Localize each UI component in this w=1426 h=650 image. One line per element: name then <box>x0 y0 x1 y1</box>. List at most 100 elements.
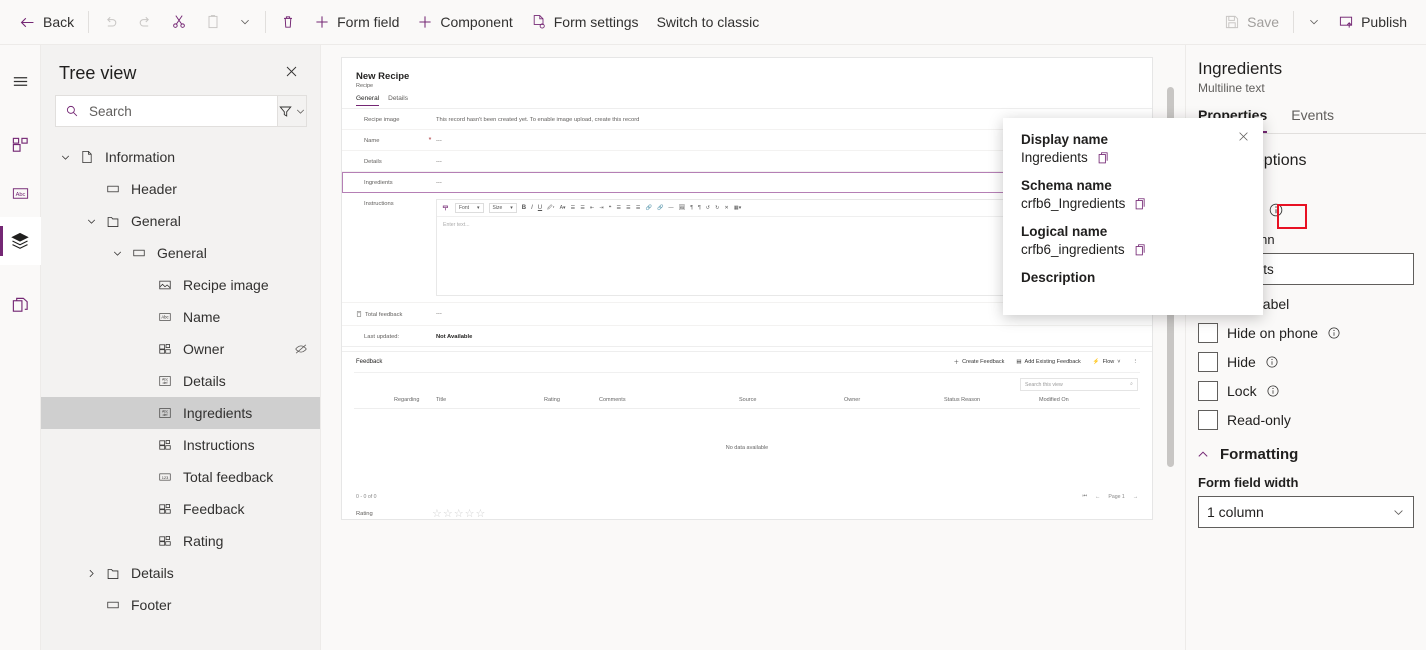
chevron-down-icon[interactable] <box>81 216 101 227</box>
rtl-icon[interactable]: ¶ <box>698 205 701 211</box>
abc-text-icon-button[interactable]: Abc <box>0 169 41 217</box>
tree-node-general[interactable]: General <box>41 205 320 237</box>
form-settings-button[interactable]: Form settings <box>522 6 648 38</box>
italic-icon[interactable]: I <box>531 205 533 211</box>
chevron-down-icon[interactable] <box>107 248 127 259</box>
add-component-button[interactable]: Component <box>408 6 521 38</box>
tree-node-header[interactable]: Header <box>41 173 320 205</box>
next-page-icon[interactable]: → <box>1133 494 1138 500</box>
chevron-right-icon[interactable] <box>81 568 101 579</box>
close-icon[interactable] <box>1234 127 1253 149</box>
redo-icon[interactable]: ↻ <box>715 205 719 211</box>
highlight-icon[interactable]: 🖉▾ <box>547 204 554 213</box>
first-page-icon[interactable]: ⏮ <box>1083 493 1088 500</box>
numbered-list-icon[interactable]: ☰ <box>580 205 585 211</box>
form-tab-general[interactable]: General <box>356 95 380 106</box>
bullet-list-icon[interactable]: ☰ <box>571 205 576 211</box>
tree-node-details[interactable]: Details <box>41 557 320 589</box>
tree-node-name[interactable]: Abc Name <box>41 301 320 333</box>
tree-node-recipe-image[interactable]: Recipe image <box>41 269 320 301</box>
tree-node-rating[interactable]: Rating <box>41 525 320 557</box>
font-size-select[interactable]: Size ▾ <box>488 203 517 213</box>
redo-button[interactable] <box>128 6 162 38</box>
cut-button[interactable] <box>162 6 196 38</box>
search-box[interactable] <box>55 95 278 127</box>
tab-events[interactable]: Events <box>1291 107 1334 133</box>
info-icon[interactable] <box>1327 326 1341 340</box>
tree-node-feedback[interactable]: Feedback <box>41 493 320 525</box>
outdent-icon[interactable]: ⇤ <box>590 205 594 211</box>
align-left-icon[interactable]: ☰ <box>617 205 622 211</box>
checkbox-box[interactable] <box>1198 381 1218 401</box>
close-icon[interactable] <box>281 61 302 85</box>
align-center-icon[interactable]: ☰ <box>626 205 631 211</box>
column-header[interactable]: Rating <box>544 397 599 403</box>
column-header[interactable]: Comments <box>599 397 739 403</box>
switch-to-classic-button[interactable]: Switch to classic <box>648 6 769 38</box>
checkbox-box[interactable] <box>1198 352 1218 372</box>
chevron-down-icon[interactable] <box>55 152 75 163</box>
publish-button[interactable]: Publish <box>1329 6 1416 38</box>
column-header[interactable]: Owner <box>844 397 944 403</box>
delete-button[interactable] <box>271 6 305 38</box>
create-feedback-button[interactable]: ＋ Create Feedback <box>954 358 1005 366</box>
bold-icon[interactable]: B <box>522 205 526 211</box>
more-commands-button[interactable]: ⋮ <box>1133 359 1139 365</box>
rating-stars[interactable]: ☆☆☆☆☆ <box>432 507 486 519</box>
column-header[interactable]: Regarding <box>356 397 436 403</box>
formatting-section-toggle[interactable]: Formatting <box>1186 430 1426 463</box>
format-painter-icon[interactable] <box>442 204 450 212</box>
previous-page-icon[interactable]: ← <box>1095 494 1100 500</box>
tree-node-information[interactable]: Information <box>41 141 320 173</box>
info-icon[interactable] <box>1268 202 1284 218</box>
add-form-field-button[interactable]: Form field <box>305 6 408 38</box>
info-icon[interactable] <box>1266 384 1280 398</box>
indent-icon[interactable]: ⇥ <box>599 205 603 211</box>
layers-icon-button[interactable] <box>0 217 41 265</box>
checkbox-hide-on-phone[interactable]: Hide on phone <box>1186 314 1426 343</box>
align-right-icon[interactable]: ☰ <box>636 205 641 211</box>
form-field-width-select[interactable]: 1 column <box>1198 496 1414 528</box>
form-row-last-updated[interactable]: Last updated: Not Available <box>342 326 1152 347</box>
form-tab-details[interactable]: Details <box>388 95 408 106</box>
copy-icon[interactable] <box>1097 151 1111 165</box>
checkbox-lock[interactable]: Lock <box>1186 372 1426 401</box>
menu-icon-button[interactable] <box>0 57 41 105</box>
undo-icon[interactable]: ↺ <box>706 205 710 211</box>
blockquote-icon[interactable]: ❝ <box>609 205 612 211</box>
tree-node-footer[interactable]: Footer <box>41 589 320 621</box>
tree-node-ingredients[interactable]: Abc def Ingredients <box>41 397 320 429</box>
form-row-rating[interactable]: Rating ☆☆☆☆☆ <box>354 502 1140 519</box>
save-options-button[interactable] <box>1299 6 1329 38</box>
column-header[interactable]: Source <box>739 397 844 403</box>
clear-format-icon[interactable]: ✕ <box>725 205 729 211</box>
feedback-search-box[interactable]: Search this view ⌕ <box>1020 378 1138 391</box>
ltr-icon[interactable]: ¶ <box>690 205 693 211</box>
image-icon[interactable]: 🖼 <box>679 205 686 211</box>
column-header[interactable]: Modified On <box>1039 397 1069 403</box>
components-icon-button[interactable] <box>0 121 41 169</box>
tree-node-total-feedback[interactable]: 123 Total feedback <box>41 461 320 493</box>
horizontal-rule-icon[interactable]: — <box>668 205 673 211</box>
column-header[interactable]: Title <box>436 397 544 403</box>
tree-node-details[interactable]: Abc def Details <box>41 365 320 397</box>
tree-node-owner[interactable]: Owner <box>41 333 320 365</box>
link-icon[interactable]: 🔗 <box>645 205 651 211</box>
paste-button[interactable] <box>196 6 230 38</box>
undo-button[interactable] <box>94 6 128 38</box>
underline-icon[interactable]: U <box>538 205 542 211</box>
tree-node-instructions[interactable]: Instructions <box>41 429 320 461</box>
pages-copy-icon-button[interactable] <box>0 281 41 329</box>
back-button[interactable]: Back <box>10 6 83 38</box>
checkbox-hide[interactable]: Hide <box>1186 343 1426 372</box>
table-icon[interactable]: ▦▾ <box>734 205 742 211</box>
unlink-icon[interactable]: 🔗 <box>657 205 663 211</box>
paste-options-button[interactable] <box>230 6 260 38</box>
info-icon[interactable] <box>1265 355 1279 369</box>
filter-button[interactable] <box>278 95 307 127</box>
copy-icon[interactable] <box>1134 197 1148 211</box>
font-family-select[interactable]: Font ▾ <box>455 203 484 213</box>
checkbox-box[interactable] <box>1198 323 1218 343</box>
column-header[interactable]: Status Reason <box>944 397 1039 403</box>
flow-button[interactable]: ⚡ Flow ˅ <box>1093 359 1121 365</box>
